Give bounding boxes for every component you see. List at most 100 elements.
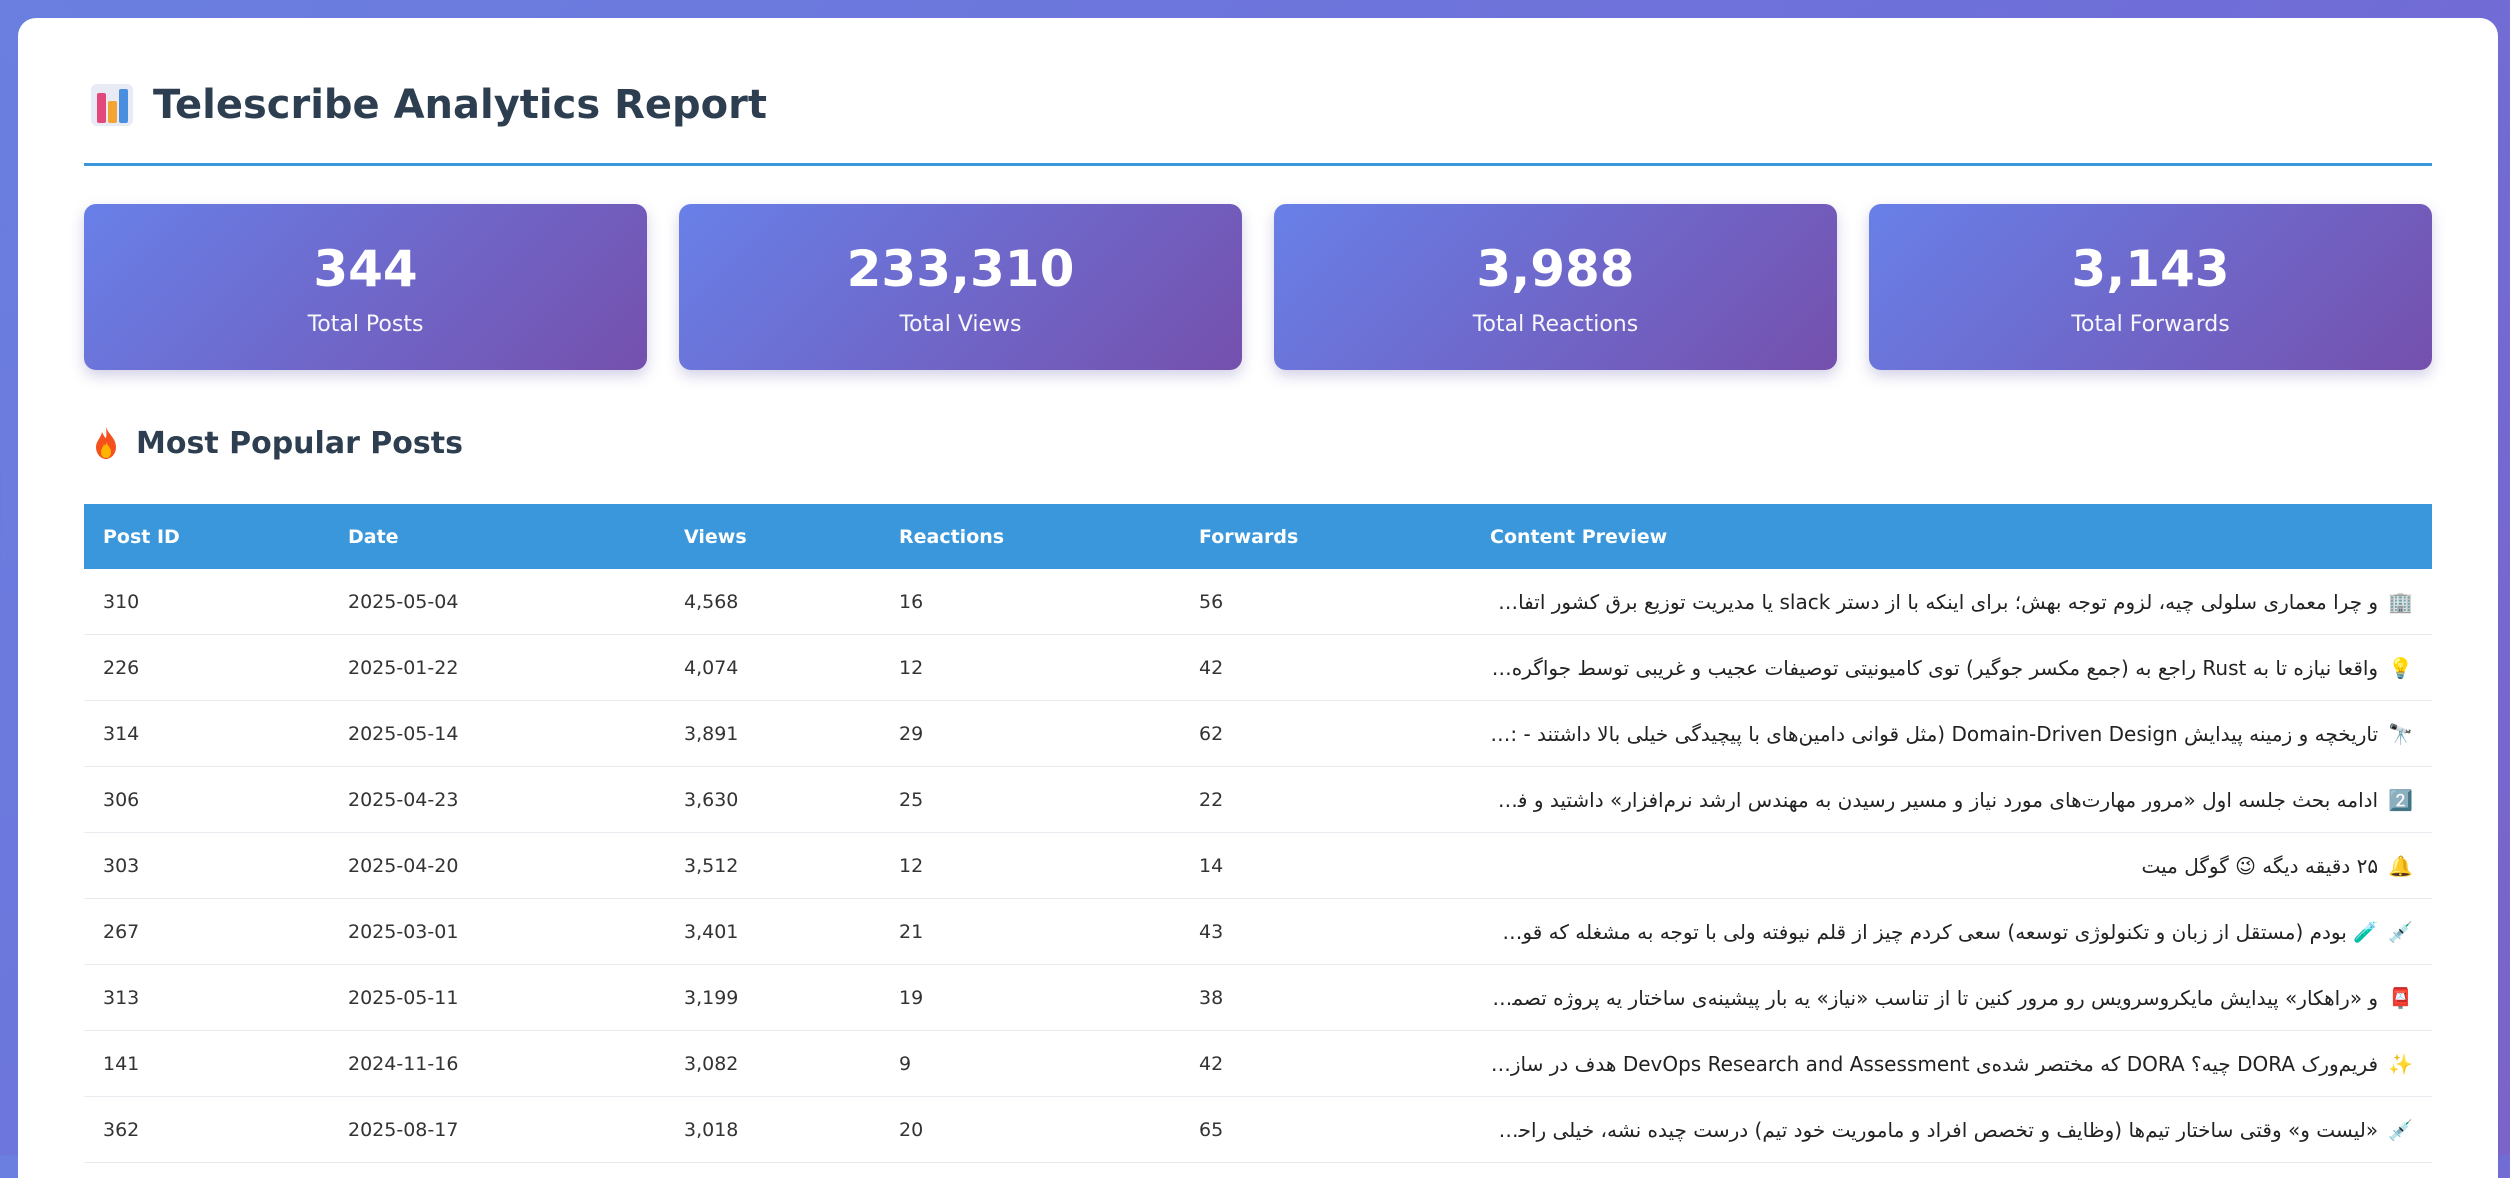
column-header-views[interactable]: Views: [665, 504, 880, 569]
cell-reactions: 16: [880, 569, 1180, 635]
cell-reactions: 20: [880, 1096, 1180, 1163]
cell-forwards: 42: [1180, 1030, 1471, 1097]
cell-date: 2025-08-17: [329, 1096, 665, 1163]
stats-cards: 344 Total Posts 233,310 Total Views 3,98…: [84, 204, 2432, 370]
cell-views: 3,082: [665, 1030, 880, 1097]
report-header: Telescribe Analytics Report: [84, 18, 2432, 166]
cell-reactions: 9: [880, 1030, 1180, 1097]
cell-post-id: 314: [84, 700, 329, 767]
column-header-forwards[interactable]: Forwards: [1180, 504, 1471, 569]
cell-views: 3,512: [665, 832, 880, 899]
table-row[interactable]: 314 2025-05-14 3,891 29 62 🔭 تاریخچه و زم…: [84, 700, 2432, 767]
stat-card-views: 233,310 Total Views: [679, 204, 1242, 370]
report-title: Telescribe Analytics Report: [153, 81, 767, 128]
table-row[interactable]: 226 2025-01-22 4,074 12 42 💡 واقعا نیازه …: [84, 634, 2432, 701]
preview-emoji: 2️⃣: [2388, 787, 2413, 812]
cell-date: 2025-05-14: [329, 700, 665, 767]
cell-post-id: 306: [84, 766, 329, 833]
cell-views: 4,568: [665, 569, 880, 635]
table-header-row: Post ID Date Views Reactions Forwards Co…: [84, 504, 2432, 569]
stat-label: Total Reactions: [1472, 311, 1639, 337]
cell-date: 2024-11-16: [329, 1030, 665, 1097]
cell-forwards: 62: [1180, 700, 1471, 767]
cell-views: 3,018: [665, 1096, 880, 1163]
cell-post-id: 303: [84, 832, 329, 899]
table-row[interactable]: 303 2025-04-20 3,512 12 14 🔔 ۲۵ دقیقه دیگ…: [84, 832, 2432, 899]
cell-post-id: 362: [84, 1096, 329, 1163]
preview-emoji: 🔔: [2388, 853, 2413, 878]
cell-forwards: 56: [1180, 569, 1471, 635]
preview-text: 🧪 بودم (مستقل از زبان و تکنولوژی توسعه) …: [1471, 919, 2379, 944]
cell-content-preview: 💡 واقعا نیازه تا به Rust راجع به (جمع مکس…: [1471, 634, 2432, 701]
preview-emoji: 💉: [2388, 919, 2413, 944]
cell-views: 3,199: [665, 964, 880, 1031]
cell-content-preview: ✨ فریم‌ورک DORA چیه؟ DORA که مختصر شده‌ی …: [1471, 1030, 2432, 1097]
report-container: Telescribe Analytics Report 344 Total Po…: [18, 18, 2498, 1178]
table-row[interactable]: 141 2024-11-16 3,082 9 42 ✨ فریم‌ورک DORA…: [84, 1030, 2432, 1097]
cell-post-id: 267: [84, 898, 329, 965]
cell-post-id: 310: [84, 569, 329, 635]
cell-forwards: 38: [1180, 964, 1471, 1031]
cell-date: 2025-04-20: [329, 832, 665, 899]
cell-views: 3,891: [665, 700, 880, 767]
cell-content-preview: 💉 🧪 بودم (مستقل از زبان و تکنولوژی توسعه)…: [1471, 898, 2432, 965]
cell-reactions: 25: [880, 766, 1180, 833]
preview-emoji: 💡: [2388, 655, 2413, 680]
cell-forwards: 42: [1180, 634, 1471, 701]
cell-forwards: 43: [1180, 898, 1471, 965]
cell-date: 2025-05-11: [329, 964, 665, 1031]
stat-label: Total Posts: [307, 311, 424, 337]
popular-posts-heading: Most Popular Posts: [84, 422, 2432, 464]
cell-post-id: 226: [84, 634, 329, 701]
preview-text: واقعا نیازه تا به Rust راجع به (جمع مکسر…: [1471, 655, 2379, 680]
stat-card-posts: 344 Total Posts: [84, 204, 647, 370]
stat-card-reactions: 3,988 Total Reactions: [1274, 204, 1837, 370]
cell-reactions: 12: [880, 634, 1180, 701]
column-header-date[interactable]: Date: [329, 504, 665, 569]
cell-date: 2025-03-01: [329, 898, 665, 965]
preview-emoji: 🔭: [2388, 721, 2413, 746]
column-header-reactions[interactable]: Reactions: [880, 504, 1180, 569]
preview-emoji: 📮: [2388, 985, 2413, 1010]
table-row[interactable]: 306 2025-04-23 3,630 25 22 2️⃣ ادامه بحث …: [84, 766, 2432, 833]
column-header-content-preview[interactable]: Content Preview: [1471, 504, 2432, 569]
cell-content-preview: 2️⃣ ادامه بحث جلسه اول «مرور مهارت‌های مو…: [1471, 766, 2432, 833]
cell-views: 4,074: [665, 634, 880, 701]
cell-date: 2025-01-22: [329, 634, 665, 701]
cell-reactions: 19: [880, 964, 1180, 1031]
stat-value: 344: [313, 239, 418, 298]
cell-forwards: 65: [1180, 1096, 1471, 1163]
stat-card-forwards: 3,143 Total Forwards: [1869, 204, 2432, 370]
cell-forwards: 14: [1180, 832, 1471, 899]
bar-chart-icon: [91, 83, 133, 126]
cell-views: 3,630: [665, 766, 880, 833]
table-row[interactable]: 313 2025-05-11 3,199 19 38 📮 و «راهکار» پ…: [84, 964, 2432, 1031]
cell-content-preview: 💉 «لیست و» وقتی ساختار تیم‌ها (وظایف و تخ…: [1471, 1096, 2432, 1163]
column-header-post-id[interactable]: Post ID: [84, 504, 329, 569]
cell-reactions: 29: [880, 700, 1180, 767]
stat-value: 233,310: [846, 239, 1075, 298]
preview-text: ۲۵ دقیقه دیگه 😉 گوگل میت: [2141, 853, 2379, 878]
table-row[interactable]: 310 2025-05-04 4,568 16 56 🏢 و چرا معماری…: [84, 569, 2432, 635]
stat-value: 3,988: [1476, 239, 1635, 298]
cell-date: 2025-04-23: [329, 766, 665, 833]
cell-content-preview: 🔔 ۲۵ دقیقه دیگه 😉 گوگل میت: [1471, 832, 2432, 899]
preview-text: و چرا معماری سلولی چیه، لزوم توجه بهش؛ ب…: [1471, 589, 2379, 614]
cell-reactions: 12: [880, 832, 1180, 899]
cell-content-preview: 🔭 تاریخچه و زمینه پیدایش Domain-Driven De…: [1471, 700, 2432, 767]
cell-post-id: 313: [84, 964, 329, 1031]
preview-text: و «راهکار» پیدایش مایکروسرویس رو مرور کن…: [1471, 985, 2379, 1010]
cell-content-preview: 📮 و «راهکار» پیدایش مایکروسرویس رو مرور ک…: [1471, 964, 2432, 1031]
cell-reactions: 21: [880, 898, 1180, 965]
preview-text: ادامه بحث جلسه اول «مرور مهارت‌های مورد …: [1471, 787, 2379, 812]
stat-value: 3,143: [2071, 239, 2230, 298]
preview-text: تاریخچه و زمینه پیدایش Domain-Driven Des…: [1471, 721, 2379, 746]
table-row[interactable]: 267 2025-03-01 3,401 21 43 💉 🧪 بودم (مستق…: [84, 898, 2432, 965]
preview-emoji: 🏢: [2388, 589, 2413, 614]
stat-label: Total Forwards: [2071, 311, 2230, 337]
section-title: Most Popular Posts: [136, 425, 463, 461]
table-row[interactable]: 362 2025-08-17 3,018 20 65 💉 «لیست و» وقت…: [84, 1096, 2432, 1163]
stat-label: Total Views: [899, 311, 1022, 337]
fire-icon: [92, 426, 120, 460]
cell-content-preview: 🏢 و چرا معماری سلولی چیه، لزوم توجه بهش؛ …: [1471, 569, 2432, 635]
